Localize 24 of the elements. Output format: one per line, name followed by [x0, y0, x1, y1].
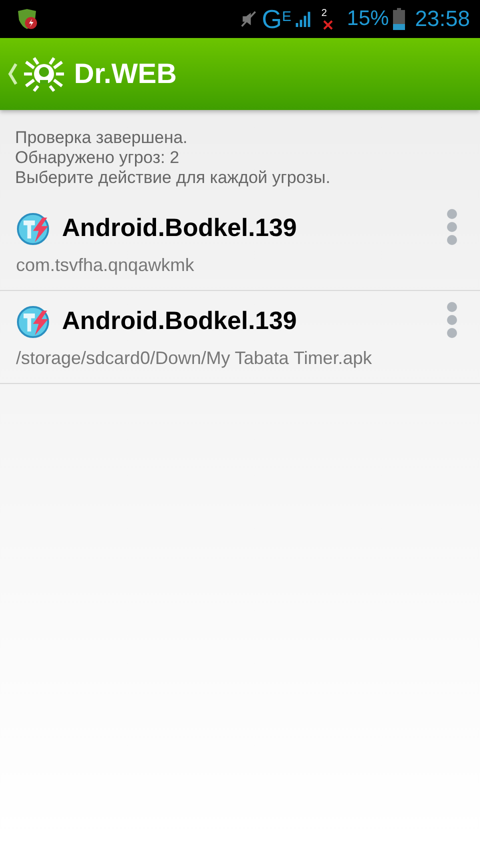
summary-line: Проверка завершена.: [15, 128, 189, 148]
sim-label: 2: [321, 8, 327, 18]
signal-icon: [295, 9, 312, 29]
threat-name: Android.Bodkel.139: [62, 214, 298, 243]
battery-percent: 15%: [346, 7, 389, 31]
threat-path: com.tsvfha.qnqawkmk: [16, 255, 196, 276]
battery-icon: [392, 8, 405, 30]
more-icon: [446, 301, 458, 339]
threat-item[interactable]: Android.Bodkel.139 com.tsvfha.qnqawkmk: [0, 198, 480, 291]
threat-name: Android.Bodkel.139: [62, 307, 298, 336]
threat-icon: [16, 304, 50, 338]
shield-icon: [16, 8, 38, 30]
no-signal-icon: [322, 20, 333, 30]
summary-line: Выберите действие для каждой угрозы.: [15, 168, 332, 188]
clock: 23:58: [414, 6, 470, 32]
mute-icon: [240, 9, 258, 29]
more-icon: [446, 208, 458, 246]
summary-line: Обнаружено угроз: 2: [15, 148, 180, 168]
threat-item[interactable]: Android.Bodkel.139 /storage/sdcard0/Down/My Tabata Timer.apk: [0, 291, 480, 384]
network-sub-type: E: [282, 8, 292, 24]
threat-path: /storage/sdcard0/Down/My Tabata Timer.apk: [16, 348, 373, 369]
back-caret-icon: [8, 62, 18, 86]
threat-icon: [16, 212, 50, 246]
network-type: G: [262, 4, 282, 34]
